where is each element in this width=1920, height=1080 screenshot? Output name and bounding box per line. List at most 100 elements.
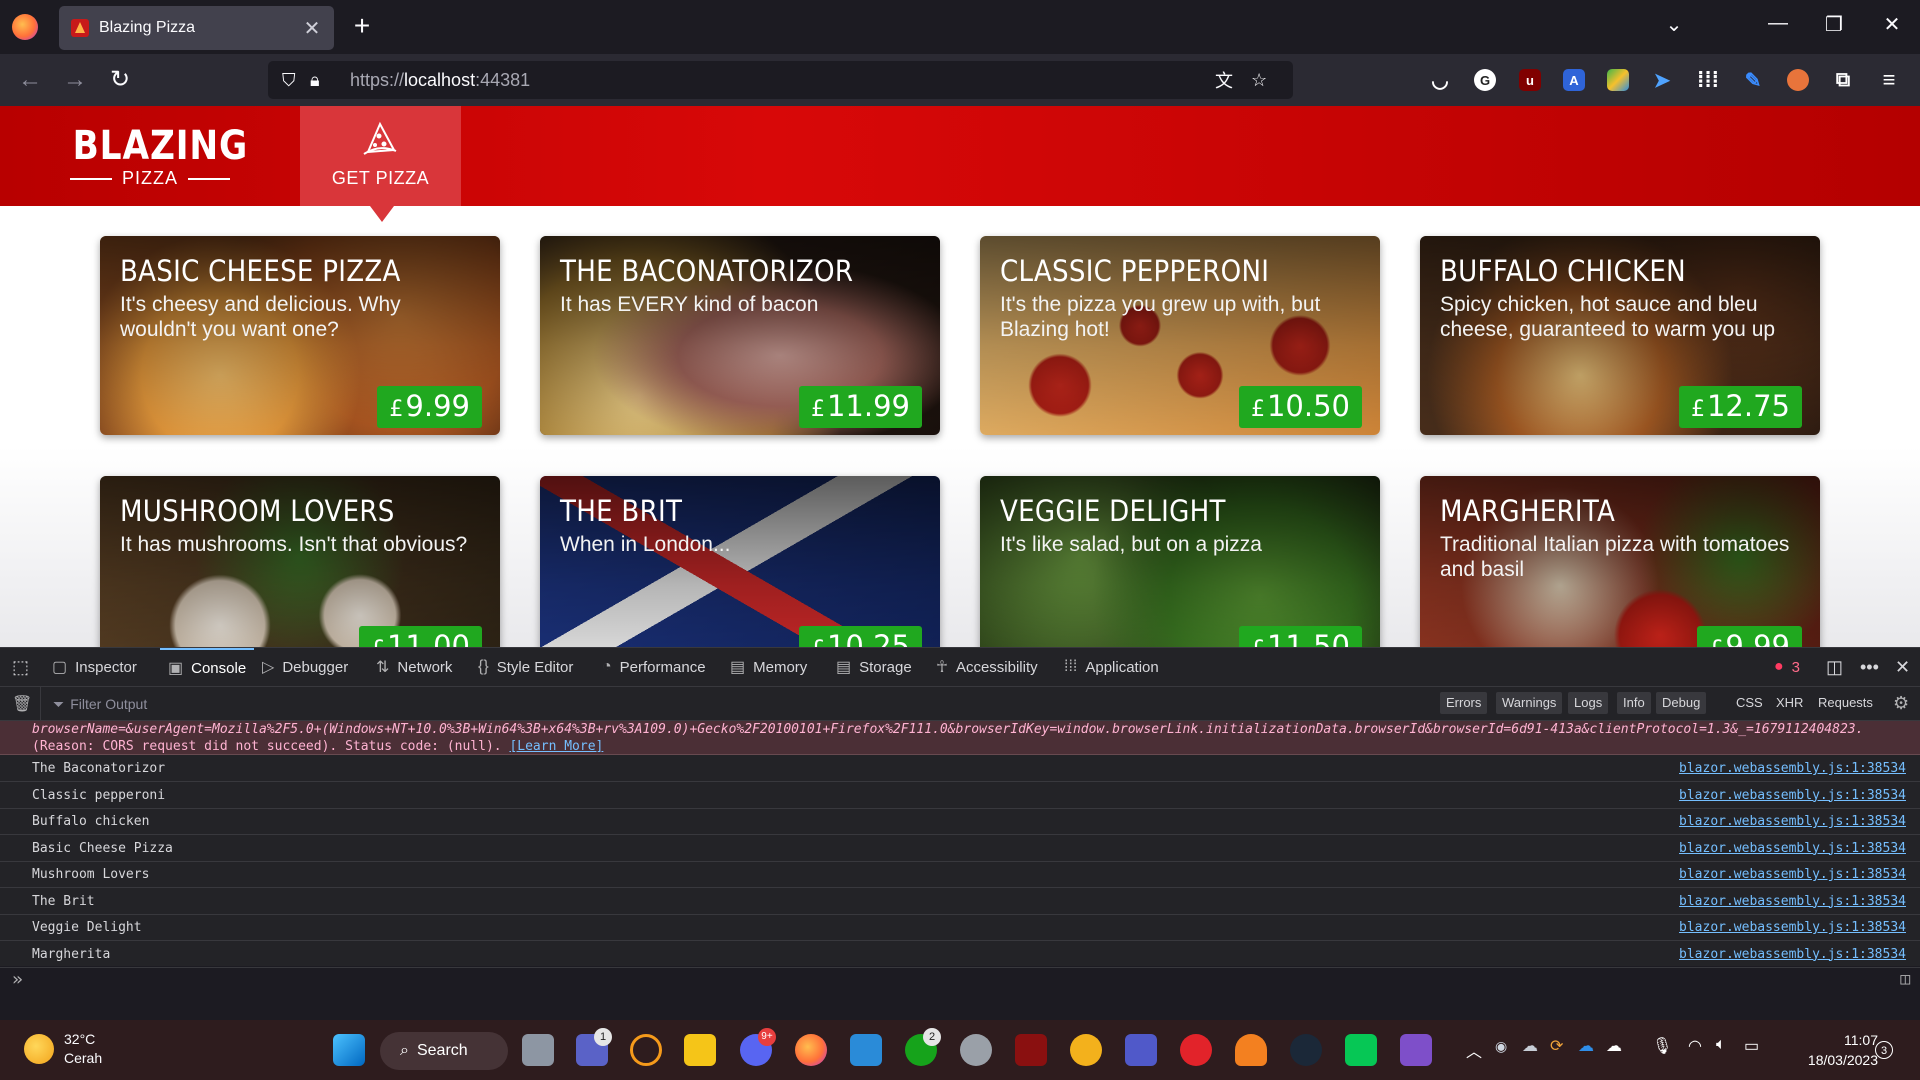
filter-info-button[interactable]: Info [1617,692,1651,714]
cloudflare-icon[interactable] [1235,1034,1267,1066]
game-app-icon[interactable] [1015,1034,1047,1066]
firefox-taskbar-icon[interactable] [795,1034,827,1066]
close-window-icon[interactable]: ✕ [1877,12,1907,37]
pizza-card[interactable]: VEGGIE DELIGHT It's like salad, but on a … [980,476,1380,647]
devtools-tab-console[interactable]: ▣ Console [160,648,255,686]
browser-tab[interactable]: Blazing Pizza ✕ [59,6,334,50]
log-source-link[interactable]: blazor.webassembly.js:1:38534 [1679,756,1906,782]
log-source-link[interactable]: blazor.webassembly.js:1:38534 [1679,889,1906,915]
log-source-link[interactable]: blazor.webassembly.js:1:38534 [1679,915,1906,941]
site-logo[interactable]: BLAZING PIZZA [60,124,247,189]
notification-count[interactable]: 3 [1875,1041,1893,1059]
translate-icon[interactable]: 文 [1215,67,1243,93]
learn-more-link[interactable]: [Learn More] [509,739,603,754]
tray-cloud-icon[interactable]: ☁ [1522,1036,1538,1056]
show-hidden-icons-chevron-icon[interactable]: ︿ [1466,1038,1482,1062]
reload-icon[interactable]: ↻ [105,66,135,94]
pizza-card[interactable]: BASIC CHEESE PIZZA It's cheesy and delici… [100,236,500,435]
bookmark-star-icon[interactable]: ☆ [1251,70,1279,91]
console-prompt[interactable]: » [12,969,23,990]
clear-console-trash-icon[interactable]: 🗑︎ [12,694,32,714]
editor-mode-icon[interactable]: ◫ [1900,969,1910,988]
arrow-extension-icon[interactable]: ➤ [1651,69,1673,92]
filter-debug-button[interactable]: Debug [1656,692,1707,714]
volume-icon[interactable]: 🔈︎ [1716,1036,1726,1054]
filter-errors-button[interactable]: Errors [1440,692,1488,714]
devtools-tab-application[interactable]: ⁞⁞⁞ Application [1064,648,1159,686]
pizza-card[interactable]: THE BRIT When in London... £10.25 [540,476,940,647]
battery-icon[interactable]: ▭ [1744,1036,1759,1056]
element-picker-icon[interactable]: ⬚ [12,648,29,686]
line-app-icon[interactable] [1345,1034,1377,1066]
taskbar-search[interactable]: ⌕ Search [380,1032,508,1070]
ublock-icon[interactable]: u [1519,69,1541,91]
ea-app-icon[interactable] [1180,1034,1212,1066]
close-tab-icon[interactable]: ✕ [302,16,322,41]
filter-requests-button[interactable]: Requests [1812,692,1879,714]
color-extension-icon[interactable] [1607,69,1629,91]
tray-app-icon[interactable]: ◉ [1495,1038,1507,1055]
file-explorer-icon[interactable] [684,1034,716,1066]
pen-extension-icon[interactable]: ✎ [1742,69,1764,92]
visual-studio-icon[interactable] [1400,1034,1432,1066]
filter-output-input[interactable]: ⏷ Filter Output [40,687,1140,721]
pizza-card[interactable]: THE BACONATORIZOR It has EVERY kind of ba… [540,236,940,435]
start-windows-icon[interactable] [333,1034,365,1066]
pocket-icon[interactable]: ◡ [1429,69,1451,92]
url-bar[interactable]: ⛉ 🔒︎ https://localhost:44381 文 ☆ [268,61,1293,99]
log-source-link[interactable]: blazor.webassembly.js:1:38534 [1679,942,1906,968]
log-source-link[interactable]: blazor.webassembly.js:1:38534 [1679,809,1906,835]
apps-grid-icon[interactable]: ⁞⁞⁞ [1697,67,1719,92]
log-source-link[interactable]: blazor.webassembly.js:1:38534 [1679,862,1906,888]
error-count-badge[interactable]: ● 3 [1774,648,1800,686]
pizza-card[interactable]: MARGHERITA Traditional Italian pizza with… [1420,476,1820,647]
back-icon[interactable]: ← [15,66,45,94]
console-settings-gear-icon[interactable]: ⚙ [1893,693,1909,714]
pizza-card[interactable]: BUFFALO CHICKEN Spicy chicken, hot sauce … [1420,236,1820,435]
dock-side-icon[interactable]: ◫ [1826,648,1843,686]
wifi-icon[interactable]: ◠ [1688,1036,1702,1056]
log-source-link[interactable]: blazor.webassembly.js:1:38534 [1679,783,1906,809]
steam-icon[interactable] [1290,1034,1322,1066]
translator-icon[interactable]: A [1563,69,1585,91]
pizza-card[interactable]: CLASSIC PEPPERONI It's the pizza you grew… [980,236,1380,435]
task-view-icon[interactable] [522,1034,554,1066]
pizza-card[interactable]: MUSHROOM LOVERS It has mushrooms. Isn't t… [100,476,500,647]
more-options-icon[interactable]: ••• [1860,648,1879,686]
security-app-icon[interactable] [960,1034,992,1066]
restore-icon[interactable]: ❐ [1819,12,1849,37]
tab-list-chevron-icon[interactable]: ⌄ [1659,12,1689,37]
grammarly-icon[interactable]: G [1474,69,1496,91]
devtools-tab-network[interactable]: ⇅ Network [376,648,452,686]
close-devtools-icon[interactable]: ✕ [1895,648,1910,686]
weather-widget[interactable]: 32°C Cerah [24,1030,102,1068]
devtools-tab-inspector[interactable]: ▢ Inspector [52,648,137,686]
sync-icon[interactable]: ⟳ [1550,1036,1563,1056]
devtools-tab-memory[interactable]: ▤ Memory [730,648,807,686]
log-source-link[interactable]: blazor.webassembly.js:1:38534 [1679,836,1906,862]
mail-icon[interactable] [850,1034,882,1066]
filter-xhr-button[interactable]: XHR [1770,692,1809,714]
search-tool-icon[interactable] [630,1034,662,1066]
lock-icon[interactable]: 🔒︎ [310,70,338,91]
nav-get-pizza[interactable]: GET PIZZA [300,106,461,222]
devtools-tab-accessibility[interactable]: ☥ Accessibility [936,648,1038,686]
forward-icon[interactable]: → [60,66,90,94]
new-tab-icon[interactable]: + [350,12,374,40]
filter-logs-button[interactable]: Logs [1568,692,1609,714]
hamburger-menu-icon[interactable]: ≡ [1878,67,1900,92]
shield-icon[interactable]: ⛉ [282,70,310,91]
filter-css-button[interactable]: CSS [1730,692,1769,714]
extensions-puzzle-icon[interactable]: ⧉ [1832,69,1854,91]
devtools-tab-debugger[interactable]: ▷ Debugger [262,648,348,686]
url-text[interactable]: https://localhost:44381 [350,70,1215,91]
onedrive-icon[interactable]: ☁ [1578,1036,1594,1056]
minimize-icon[interactable]: — [1763,12,1793,35]
firefox-menu-icon[interactable] [12,14,38,40]
devtools-tab-style-editor[interactable]: {} Style Editor [478,648,573,686]
onedrive-personal-icon[interactable]: ☁ [1606,1036,1622,1056]
clock[interactable]: 11:07 18/03/2023 [1782,1030,1878,1070]
brave-lion-icon[interactable] [1070,1034,1102,1066]
devtools-tab-performance[interactable]: ◔ Performance [602,648,706,686]
microphone-icon[interactable]: 🎙︎ [1652,1036,1672,1056]
